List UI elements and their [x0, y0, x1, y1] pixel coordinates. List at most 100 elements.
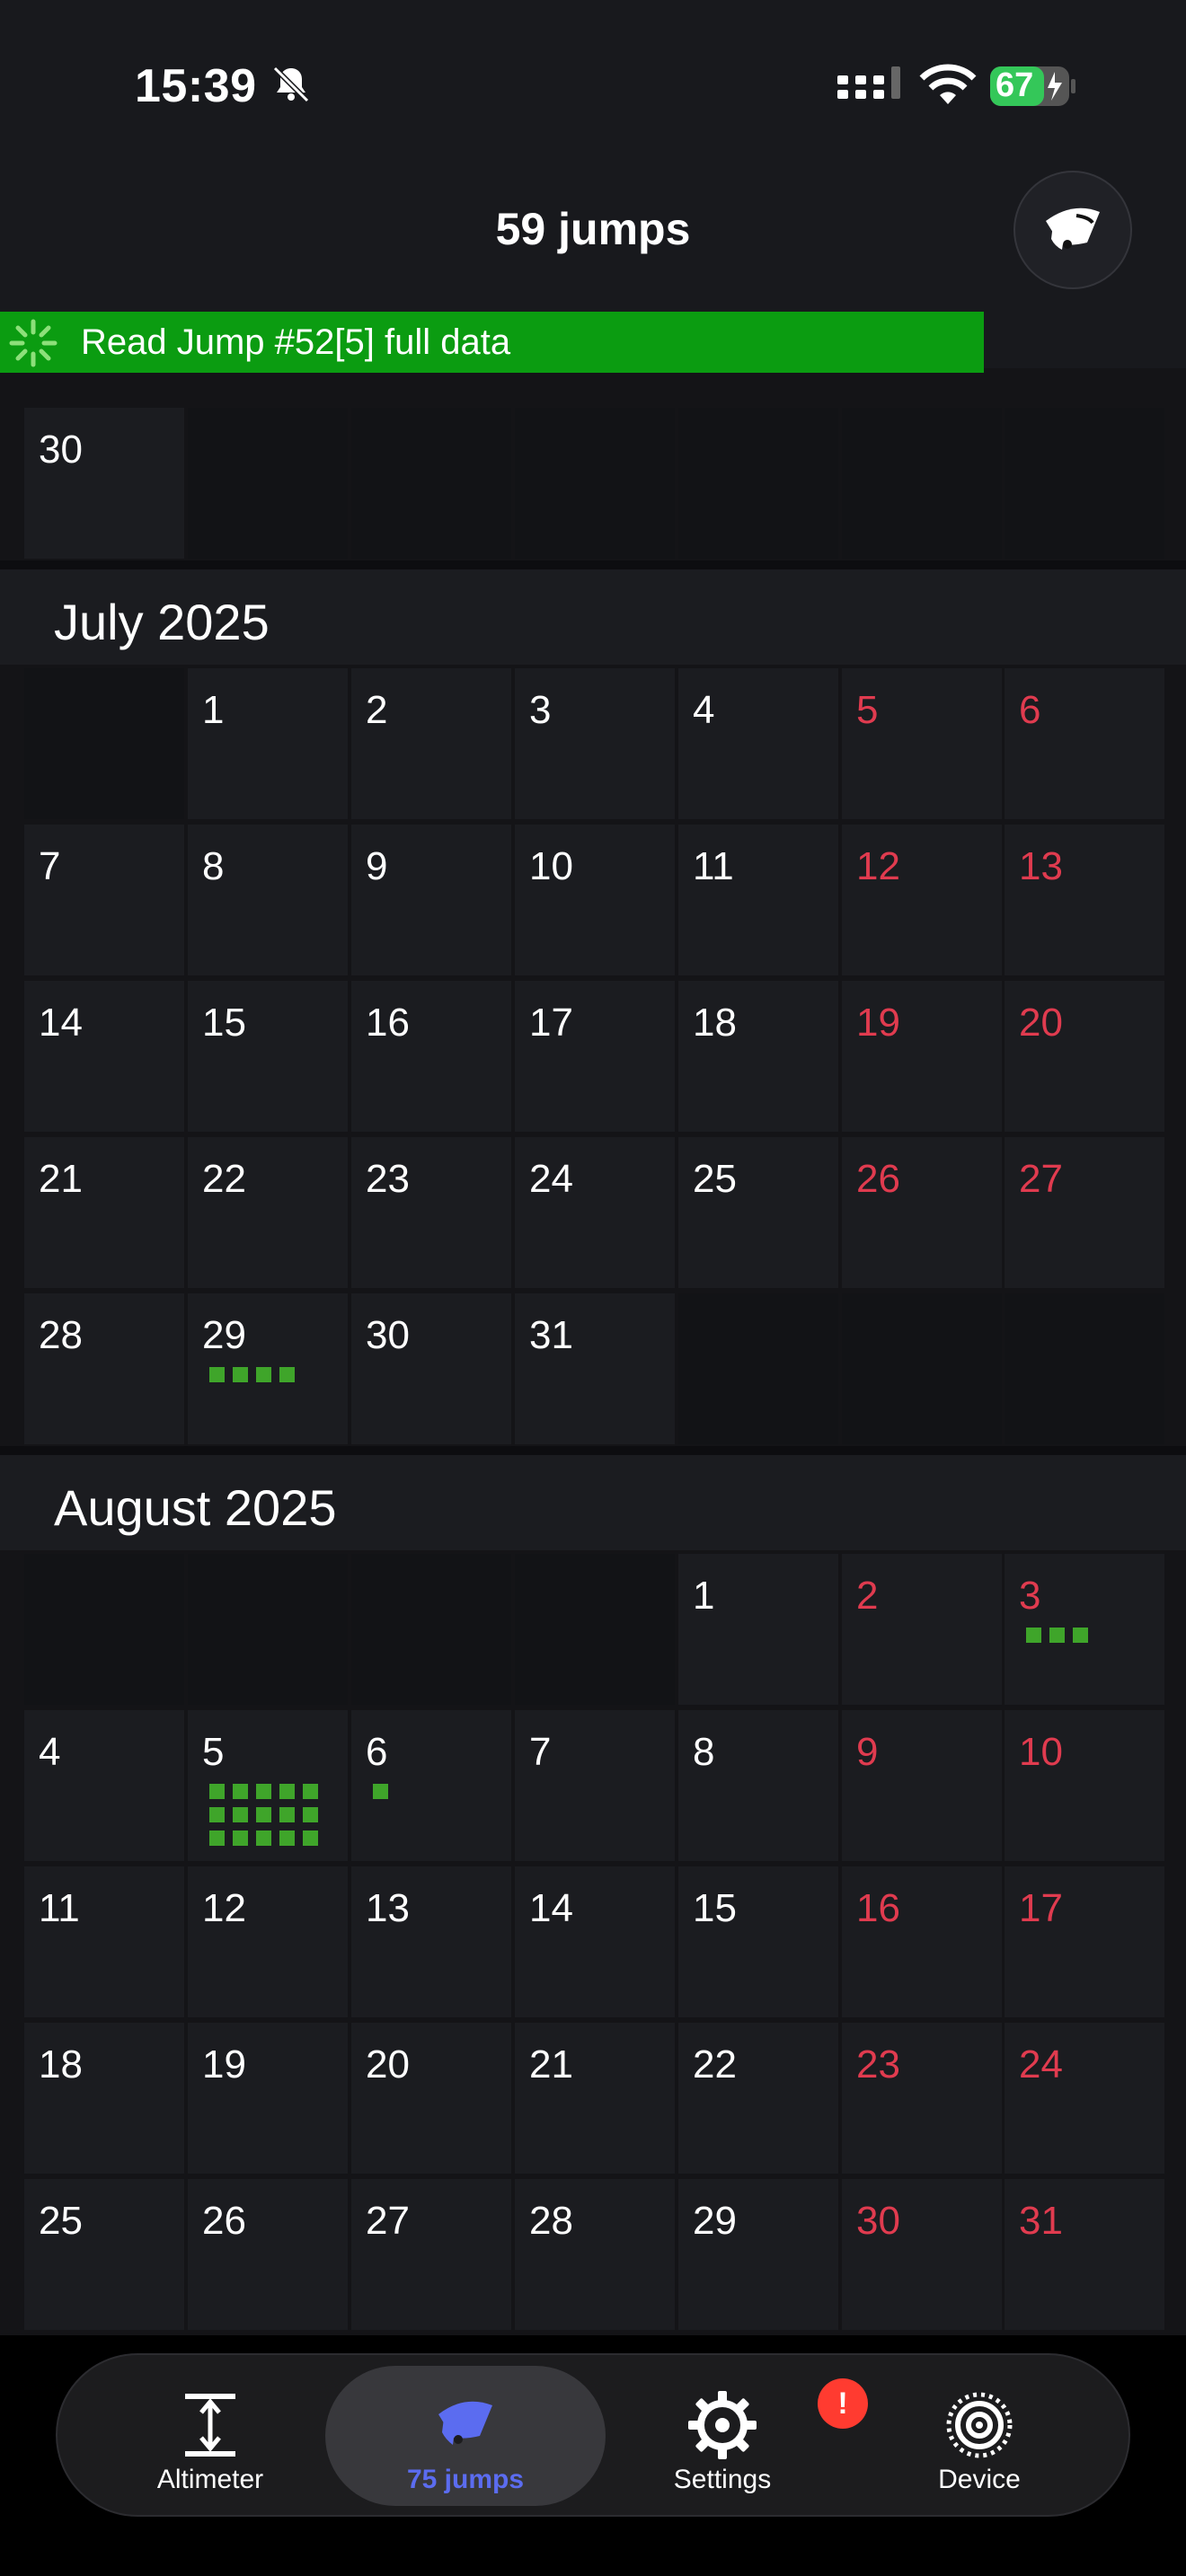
calendar-day[interactable]: 23: [842, 2023, 1002, 2174]
day-number: 18: [39, 2042, 83, 2086]
calendar-day[interactable]: 13: [351, 1866, 511, 2017]
altimeter-height-icon: [185, 2394, 235, 2457]
calendar-day[interactable]: 7: [24, 825, 184, 975]
calendar-day[interactable]: 23: [351, 1137, 511, 1288]
calendar-day[interactable]: 24: [515, 1137, 675, 1288]
calendar-empty-cell: [842, 408, 1002, 559]
jump-marker: [303, 1831, 318, 1846]
calendar-day[interactable]: 22: [678, 2023, 838, 2174]
calendar-day[interactable]: 30: [351, 1293, 511, 1444]
calendar-day[interactable]: 3: [1005, 1554, 1164, 1705]
day-number: 31: [529, 1313, 573, 1357]
day-number: 2: [856, 1574, 879, 1618]
calendar-day[interactable]: 29: [188, 1293, 348, 1444]
calendar-day[interactable]: 30: [842, 2179, 1002, 2330]
tab-settings[interactable]: ! Settings: [582, 2366, 868, 2506]
calendar-day[interactable]: 21: [24, 1137, 184, 1288]
calendar-day[interactable]: 12: [188, 1866, 348, 2017]
calendar-day[interactable]: 13: [1005, 825, 1164, 975]
calendar-day[interactable]: 20: [351, 2023, 511, 2174]
calendar-day[interactable]: 4: [678, 668, 838, 819]
jump-marker: [233, 1807, 248, 1822]
calendar-day[interactable]: 17: [515, 981, 675, 1132]
calendar-day[interactable]: 12: [842, 825, 1002, 975]
month-header: July 2025: [0, 569, 1186, 665]
calendar-day[interactable]: 19: [842, 981, 1002, 1132]
calendar-day[interactable]: 2: [842, 1554, 1002, 1705]
calendar-day[interactable]: 6: [351, 1710, 511, 1861]
day-number: 12: [202, 1886, 246, 1930]
calendar-day[interactable]: 3: [515, 668, 675, 819]
battery-percent: 67: [996, 66, 1034, 104]
calendar-day[interactable]: 31: [1005, 2179, 1164, 2330]
tab-altimeter[interactable]: Altimeter: [70, 2366, 350, 2506]
calendar-day[interactable]: 11: [24, 1866, 184, 2017]
calendar-day[interactable]: 5: [842, 668, 1002, 819]
calendar-day[interactable]: 10: [515, 825, 675, 975]
calendar-day[interactable]: 19: [188, 2023, 348, 2174]
jump-marker: [1049, 1628, 1065, 1643]
calendar-day[interactable]: 14: [515, 1866, 675, 2017]
wifi-icon: [919, 64, 977, 104]
calendar-day[interactable]: 26: [842, 1137, 1002, 1288]
calendar-day[interactable]: 1: [678, 1554, 838, 1705]
day-number: 25: [39, 2199, 83, 2243]
calendar-day[interactable]: 6: [1005, 668, 1164, 819]
calendar-day[interactable]: 15: [678, 1866, 838, 2017]
calendar-day[interactable]: 20: [1005, 981, 1164, 1132]
jump-marker: [303, 1784, 318, 1799]
day-number: 26: [856, 1157, 900, 1201]
day-number: 7: [529, 1730, 552, 1774]
calendar-empty-cell: [351, 408, 511, 559]
tab-device[interactable]: Device: [839, 2366, 1120, 2506]
tab-label: Settings: [673, 2465, 772, 2494]
calendar-day[interactable]: 7: [515, 1710, 675, 1861]
calendar-day[interactable]: 16: [351, 981, 511, 1132]
day-number: 5: [202, 1730, 225, 1774]
calendar-day[interactable]: 24: [1005, 2023, 1164, 2174]
calendar-day[interactable]: 1: [188, 668, 348, 819]
calendar-day[interactable]: 4: [24, 1710, 184, 1861]
day-number: 4: [39, 1730, 61, 1774]
day-number: 16: [856, 1886, 900, 1930]
calendar-day[interactable]: 27: [351, 2179, 511, 2330]
day-number: 30: [366, 1313, 410, 1357]
calendar-day[interactable]: 9: [842, 1710, 1002, 1861]
calendar-day[interactable]: 14: [24, 981, 184, 1132]
calendar-day[interactable]: 11: [678, 825, 838, 975]
calendar-day[interactable]: 17: [1005, 1866, 1164, 2017]
calendar-day[interactable]: 10: [1005, 1710, 1164, 1861]
calendar-day[interactable]: 5: [188, 1710, 348, 1861]
day-number: 2: [366, 688, 388, 732]
device-connect-button[interactable]: [1013, 171, 1132, 289]
status-bar: 15:39 67: [0, 0, 1186, 153]
calendar-day[interactable]: 9: [351, 825, 511, 975]
calendar-empty-cell: [678, 1293, 838, 1444]
calendar-day[interactable]: 31: [515, 1293, 675, 1444]
calendar-day[interactable]: 27: [1005, 1137, 1164, 1288]
jump-marker: [256, 1367, 271, 1382]
calendar-day[interactable]: 28: [515, 2179, 675, 2330]
jump-marker: [209, 1784, 225, 1799]
bell-muted-icon: [272, 66, 310, 103]
calendar-day[interactable]: 21: [515, 2023, 675, 2174]
calendar-day[interactable]: 25: [678, 1137, 838, 1288]
tab-jumps[interactable]: 75 jumps: [325, 2366, 606, 2506]
calendar-day[interactable]: 30: [24, 408, 184, 559]
calendar-day[interactable]: 28: [24, 1293, 184, 1444]
day-number: 29: [202, 1313, 246, 1357]
calendar-day[interactable]: 15: [188, 981, 348, 1132]
progress-message: Read Jump #52[5] full data: [81, 322, 511, 362]
calendar-day[interactable]: 29: [678, 2179, 838, 2330]
calendar-day[interactable]: 8: [188, 825, 348, 975]
calendar-day[interactable]: 16: [842, 1866, 1002, 2017]
calendar-day[interactable]: 22: [188, 1137, 348, 1288]
day-number: 8: [202, 844, 225, 888]
calendar-day[interactable]: 18: [678, 981, 838, 1132]
calendar-day[interactable]: 18: [24, 2023, 184, 2174]
calendar-day[interactable]: 25: [24, 2179, 184, 2330]
day-number: 16: [366, 1001, 410, 1045]
calendar-day[interactable]: 26: [188, 2179, 348, 2330]
calendar-day[interactable]: 8: [678, 1710, 838, 1861]
calendar-day[interactable]: 2: [351, 668, 511, 819]
